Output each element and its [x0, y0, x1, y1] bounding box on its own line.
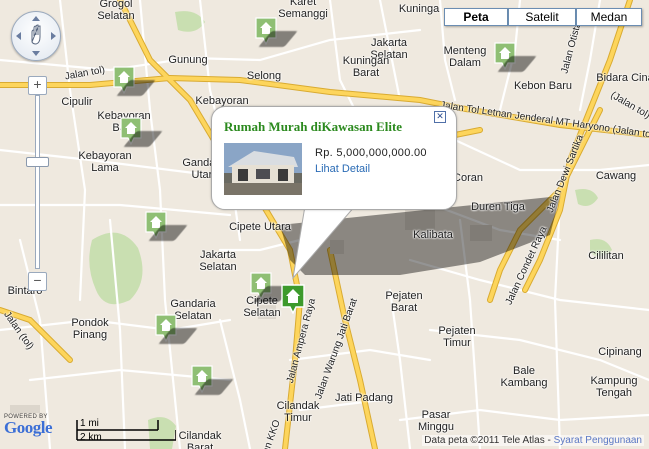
place-label-cilandak-timur: Cilandak Timur: [276, 400, 320, 424]
property-marker[interactable]: [494, 42, 537, 72]
listing-title: Rumah Murah diKawasan Elite: [224, 119, 403, 134]
place-label-jati-padang: Jati Padang: [334, 392, 394, 404]
place-label-bidara: Bidara Cina: [596, 72, 649, 84]
place-label-kuningan-barat: Kuningan Barat: [342, 55, 390, 79]
google-wordmark: Google: [4, 418, 53, 437]
place-label-gandaria-selatan: Gandaria Selatan: [170, 298, 216, 322]
close-icon[interactable]: ✕: [434, 111, 446, 123]
map-type-peta[interactable]: Peta: [444, 8, 508, 26]
active-property-marker[interactable]: [281, 284, 305, 315]
pan-down-icon: [32, 51, 40, 56]
terms-link[interactable]: Syarat Penggunaan: [554, 435, 642, 446]
place-label-pejaten-barat: Pejaten Barat: [385, 290, 423, 314]
zoom-out-button[interactable]: −: [28, 272, 47, 291]
scale-km: 2 km: [80, 432, 102, 443]
property-marker[interactable]: [120, 117, 163, 147]
place-label-kebon-baru: Kebon Baru: [513, 80, 573, 92]
property-marker[interactable]: [113, 66, 156, 96]
place-label-cipete-utara: Cipete Utara: [229, 221, 291, 233]
map-canvas[interactable]: Grogol Selatan Karet Semanggi Kuninga Jaka…: [0, 0, 649, 449]
zoom-slider-thumb[interactable]: [26, 157, 49, 167]
scale-miles: 1 mi: [80, 418, 99, 429]
place-label-kalibata: Kalibata: [413, 229, 453, 241]
place-label-bale-kambang: Bale Kambang: [500, 365, 548, 389]
pan-left-icon: [16, 32, 21, 40]
map-attribution: Data peta ©2011 Tele Atlas - Syarat Peng…: [422, 435, 644, 446]
hand-icon: [31, 24, 41, 45]
house-photo: [224, 143, 302, 195]
place-label-gunung: Gunung: [168, 54, 208, 66]
house-icon: [281, 284, 305, 315]
pan-right-icon: [51, 32, 56, 40]
place-label-cililitan: Cililitan: [588, 250, 624, 262]
attribution-text: Data peta ©2011 Tele Atlas -: [424, 435, 551, 446]
property-marker[interactable]: [250, 272, 293, 302]
place-label-cipulir: Cipulir: [61, 96, 93, 108]
place-label-menteng-dalam: Menteng Dalam: [443, 45, 487, 69]
place-label-pejaten-timur: Pejaten Timur: [438, 325, 476, 349]
place-label-pasar-minggu: Pasar Minggu: [417, 409, 455, 433]
place-label-kampung-tengah: Kampung Tengah: [590, 375, 638, 399]
view-detail-link[interactable]: Lihat Detail: [315, 163, 370, 175]
map-type-control: Peta Satelit Medan: [444, 8, 642, 26]
map-type-satelit[interactable]: Satelit: [508, 8, 576, 26]
place-label-kuningan: Kuninga: [398, 3, 440, 15]
map-type-medan[interactable]: Medan: [576, 8, 642, 26]
property-marker[interactable]: [255, 17, 298, 47]
place-label-jakarta-selatan-2: Jakarta Selatan: [199, 249, 237, 273]
place-label-duren-tiga: Duren Tiga: [471, 201, 525, 213]
zoom-slider-track[interactable]: [35, 95, 40, 269]
listing-price: Rp. 5,000,000,000.00: [315, 147, 427, 159]
place-label-cilandak-barat: Cilandak Barat: [178, 430, 222, 449]
place-label-pondok-pinang: Pondok Pinang: [71, 317, 109, 341]
google-logo[interactable]: POWERED BY Google: [4, 414, 53, 437]
place-label-coran: Coran: [453, 172, 483, 184]
place-label-cipinang: Cipinang: [598, 346, 642, 358]
property-marker[interactable]: [191, 365, 234, 395]
pan-up-icon: [32, 16, 40, 21]
place-label-kebayoran-lama: Kebayoran Lama: [78, 150, 132, 174]
pan-arrows: [16, 16, 56, 56]
info-window-tail: [292, 200, 357, 280]
place-label-cawang: Cawang: [595, 170, 637, 182]
property-marker[interactable]: [145, 211, 188, 241]
place-label-karet: Karet Semanggi: [278, 0, 328, 20]
pan-control[interactable]: [11, 11, 61, 61]
place-label-selong: Selong: [246, 70, 282, 82]
listing-thumbnail[interactable]: [224, 143, 302, 195]
zoom-in-button[interactable]: +: [28, 76, 47, 95]
property-marker[interactable]: [155, 314, 198, 344]
place-label-grogol: Grogol Selatan: [97, 0, 135, 22]
info-window: Rumah Murah diKawasan Elite ✕ Rp. 5,000,…: [211, 106, 457, 210]
